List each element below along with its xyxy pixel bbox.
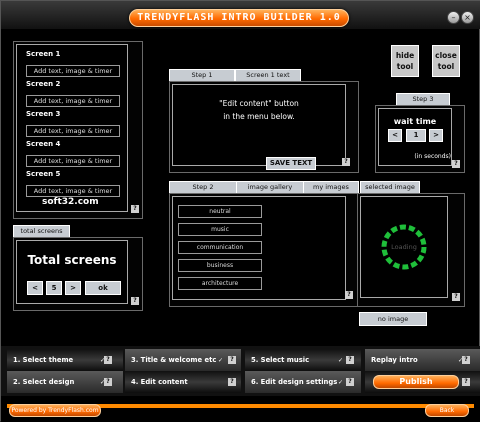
wait-time-unit: (in seconds)	[414, 153, 451, 160]
watermark-text: soft32.com	[42, 197, 99, 207]
gallery-item[interactable]: architecture	[178, 277, 262, 290]
step3-panel: wait time < 1 > (in seconds) ?	[375, 105, 465, 173]
total-screens-box: Total screens < 5 > ok	[16, 240, 128, 304]
step1-content: "Edit content" button in the menu below.	[172, 84, 346, 166]
minimize-icon[interactable]: –	[447, 11, 460, 24]
nav-select-theme-label: 1. Select theme	[13, 356, 74, 364]
loading-text: Loading	[391, 243, 417, 251]
help-icon[interactable]: ?	[346, 356, 354, 364]
nav-title-welcome-label: 3. Title & welcome etc	[131, 356, 217, 364]
help-icon[interactable]: ?	[228, 378, 236, 386]
check-icon: ✓	[337, 357, 343, 364]
total-screens-value: 5	[46, 281, 62, 295]
no-image-button[interactable]: no image	[359, 312, 427, 326]
app-title: TRENDYFLASH INTRO BUILDER 1.0	[129, 9, 349, 27]
nav-replay-intro-label: Replay intro	[371, 356, 418, 364]
step1-line-1: "Edit content" button	[219, 99, 299, 108]
nav-select-design-label: 2. Select design	[13, 378, 75, 386]
save-text-button[interactable]: SAVE TEXT	[266, 157, 316, 170]
total-screens-help-icon[interactable]: ?	[131, 297, 139, 305]
total-screens-ok-button[interactable]: ok	[85, 281, 121, 295]
screen-5-field[interactable]: Add text, image & timer	[26, 185, 120, 197]
check-icon: ✓	[217, 357, 223, 364]
nav-title-welcome[interactable]: 3. Title & welcome etc ✓	[125, 349, 241, 371]
app-window: TRENDYFLASH INTRO BUILDER 1.0 – × Screen…	[0, 0, 480, 422]
wait-time-prev-button[interactable]: <	[388, 129, 402, 142]
gallery-list: neutral music communication business arc…	[172, 196, 346, 300]
help-icon[interactable]: ?	[346, 378, 354, 386]
nav-edit-design-settings[interactable]: 6. Edit design settings ✓	[245, 371, 361, 393]
step2-help-icon[interactable]: ?	[345, 291, 353, 299]
nav-edit-content[interactable]: 4. Edit content	[125, 371, 241, 393]
screen-3-field[interactable]: Add text, image & timer	[26, 125, 120, 137]
screen-4-field[interactable]: Add text, image & timer	[26, 155, 120, 167]
screen-3-label: Screen 3	[26, 110, 61, 118]
total-screens-next-button[interactable]: >	[65, 281, 81, 295]
wait-time-next-button[interactable]: >	[429, 129, 443, 142]
screen-2-field[interactable]: Add text, image & timer	[26, 95, 120, 107]
selected-image-panel: Loading ?	[357, 193, 465, 307]
nav-select-music-label: 5. Select music	[251, 356, 310, 364]
nav-edit-content-label: 4. Edit content	[131, 378, 188, 386]
gallery-item[interactable]: neutral	[178, 205, 262, 218]
screens-list: Screen 1 Add text, image & timer Screen …	[16, 44, 128, 212]
screen-5-label: Screen 5	[26, 170, 61, 178]
help-icon[interactable]: ?	[462, 378, 470, 386]
nav-select-music[interactable]: 5. Select music ✓	[245, 349, 361, 371]
step3-help-icon[interactable]: ?	[452, 160, 460, 168]
hide-tool-button[interactable]: hide tool	[391, 45, 419, 77]
check-icon: ✓	[337, 379, 343, 386]
screen-4-label: Screen 4	[26, 140, 61, 148]
gallery-item[interactable]: business	[178, 259, 262, 272]
screen-2-label: Screen 2	[26, 80, 61, 88]
wizard-nav: 1. Select theme ✓ 3. Title & welcome etc ✓…	[1, 346, 480, 396]
step1-panel: "Edit content" button in the menu below.…	[169, 81, 359, 173]
step1-help-icon[interactable]: ?	[342, 158, 350, 166]
total-screens-prev-button[interactable]: <	[27, 281, 43, 295]
powered-by-link[interactable]: Powered by TrendyFlash.com	[9, 404, 101, 417]
help-icon[interactable]: ?	[104, 356, 112, 364]
close-tool-button[interactable]: close tool	[432, 45, 460, 77]
screens-help-icon[interactable]: ?	[131, 205, 139, 213]
total-screens-panel: Total screens < 5 > ok ?	[13, 237, 143, 311]
help-icon[interactable]: ?	[462, 356, 470, 364]
nav-edit-design-settings-label: 6. Edit design settings	[251, 378, 338, 386]
wait-time-heading: wait time	[393, 117, 437, 126]
step1-line-2: in the menu below.	[223, 112, 295, 121]
back-button[interactable]: Back	[425, 404, 469, 417]
step2-panel: neutral music communication business arc…	[169, 193, 359, 307]
gallery-item[interactable]: communication	[178, 241, 262, 254]
help-icon[interactable]: ?	[228, 356, 236, 364]
title-bar: TRENDYFLASH INTRO BUILDER 1.0 – ×	[1, 1, 480, 29]
close-icon[interactable]: ×	[461, 11, 474, 24]
gallery-item[interactable]: music	[178, 223, 262, 236]
help-icon[interactable]: ?	[104, 378, 112, 386]
selected-image-help-icon[interactable]: ?	[452, 293, 460, 301]
screen-1-field[interactable]: Add text, image & timer	[26, 65, 120, 77]
screen-1-label: Screen 1	[26, 50, 61, 58]
step3-content: wait time < 1 > (in seconds)	[378, 108, 452, 166]
selected-image-preview: Loading	[360, 196, 448, 298]
publish-button[interactable]: Publish	[373, 375, 459, 389]
screens-panel: Screen 1 Add text, image & timer Screen …	[13, 41, 143, 219]
total-screens-heading: Total screens	[27, 253, 117, 267]
wait-time-value: 1	[406, 129, 426, 142]
